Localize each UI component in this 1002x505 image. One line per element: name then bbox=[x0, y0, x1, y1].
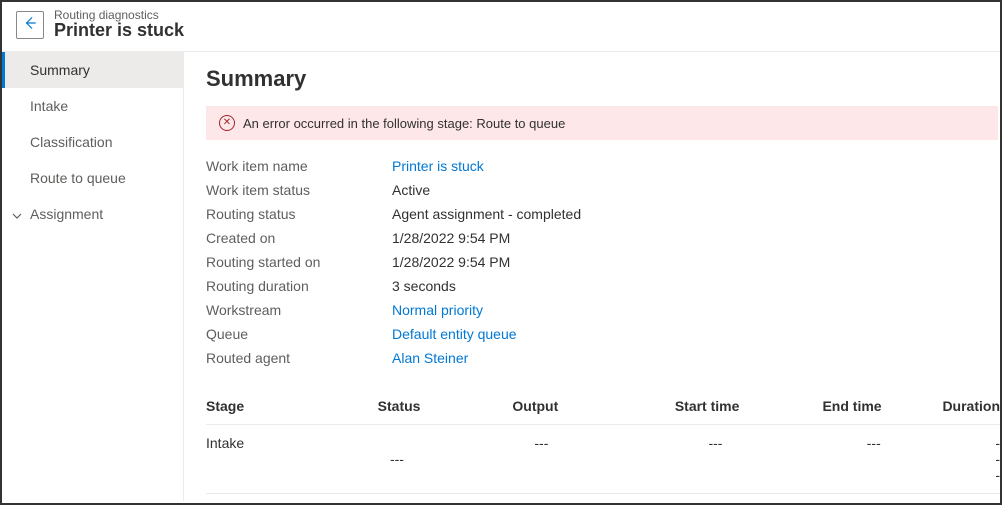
sidebar-item-label: Intake bbox=[30, 98, 68, 114]
field-value: 1/28/2022 9:54 PM bbox=[392, 254, 510, 270]
field-value: Active bbox=[392, 182, 430, 198]
col-output: Output bbox=[512, 398, 674, 414]
field-value: Agent assignment - completed bbox=[392, 206, 581, 222]
page-header: Routing diagnostics Printer is stuck bbox=[2, 2, 1000, 52]
error-circle-icon: ✕ bbox=[219, 115, 235, 131]
page-title: Printer is stuck bbox=[54, 20, 184, 41]
routed-agent-link[interactable]: Alan Steiner bbox=[392, 350, 468, 366]
queue-link[interactable]: Default entity queue bbox=[392, 326, 517, 342]
error-banner-text: An error occurred in the following stage… bbox=[243, 116, 565, 131]
col-status: Status bbox=[378, 398, 513, 414]
table-row: Intake--------------- bbox=[206, 425, 1000, 494]
end-cell: --- bbox=[867, 435, 996, 483]
stage-cell: Intake bbox=[206, 435, 244, 451]
work-item-name-link[interactable]: Printer is stuck bbox=[392, 158, 484, 174]
field-label: Routing started on bbox=[206, 254, 392, 270]
stages-table: Stage Status Output Start time End time … bbox=[206, 388, 1000, 501]
col-end: End time bbox=[822, 398, 942, 414]
field-value: 3 seconds bbox=[392, 278, 456, 294]
sidebar-item-label: Assignment bbox=[30, 206, 103, 222]
back-button[interactable] bbox=[16, 11, 44, 39]
field-label: Routed agent bbox=[206, 350, 392, 366]
table-row: Classification--------------- bbox=[206, 494, 1000, 501]
field-label: Workstream bbox=[206, 302, 392, 318]
field-label: Work item name bbox=[206, 158, 392, 174]
sidebar-item-assignment[interactable]: Assignment bbox=[2, 196, 183, 232]
main-content: Summary ✕ An error occurred in the follo… bbox=[184, 52, 1000, 501]
duration-cell: --- bbox=[995, 435, 1000, 483]
field-label: Created on bbox=[206, 230, 392, 246]
sidebar-item-summary[interactable]: Summary bbox=[2, 52, 183, 88]
workstream-link[interactable]: Normal priority bbox=[392, 302, 483, 318]
content-title: Summary bbox=[206, 66, 1000, 92]
status-cell: --- bbox=[390, 435, 534, 483]
start-cell: --- bbox=[708, 435, 866, 483]
error-banner: ✕ An error occurred in the following sta… bbox=[206, 106, 998, 140]
arrow-left-icon bbox=[23, 16, 37, 33]
sidebar-item-classification[interactable]: Classification bbox=[2, 124, 183, 160]
field-label: Work item status bbox=[206, 182, 392, 198]
field-label: Routing status bbox=[206, 206, 392, 222]
sidebar-item-label: Route to queue bbox=[30, 170, 126, 186]
sidebar: Summary Intake Classification Route to q… bbox=[2, 52, 184, 501]
output-cell: --- bbox=[534, 435, 708, 483]
sidebar-item-label: Classification bbox=[30, 134, 112, 150]
field-value: 1/28/2022 9:54 PM bbox=[392, 230, 510, 246]
sidebar-item-label: Summary bbox=[30, 62, 90, 78]
sidebar-item-intake[interactable]: Intake bbox=[2, 88, 183, 124]
status-text: --- bbox=[390, 451, 404, 467]
col-duration: Duration bbox=[942, 398, 1000, 414]
col-stage: Stage bbox=[206, 398, 378, 414]
col-start: Start time bbox=[675, 398, 823, 414]
chevron-down-icon bbox=[12, 208, 22, 224]
sidebar-item-route-to-queue[interactable]: Route to queue bbox=[2, 160, 183, 196]
field-label: Routing duration bbox=[206, 278, 392, 294]
field-label: Queue bbox=[206, 326, 392, 342]
table-header: Stage Status Output Start time End time … bbox=[206, 388, 1000, 425]
